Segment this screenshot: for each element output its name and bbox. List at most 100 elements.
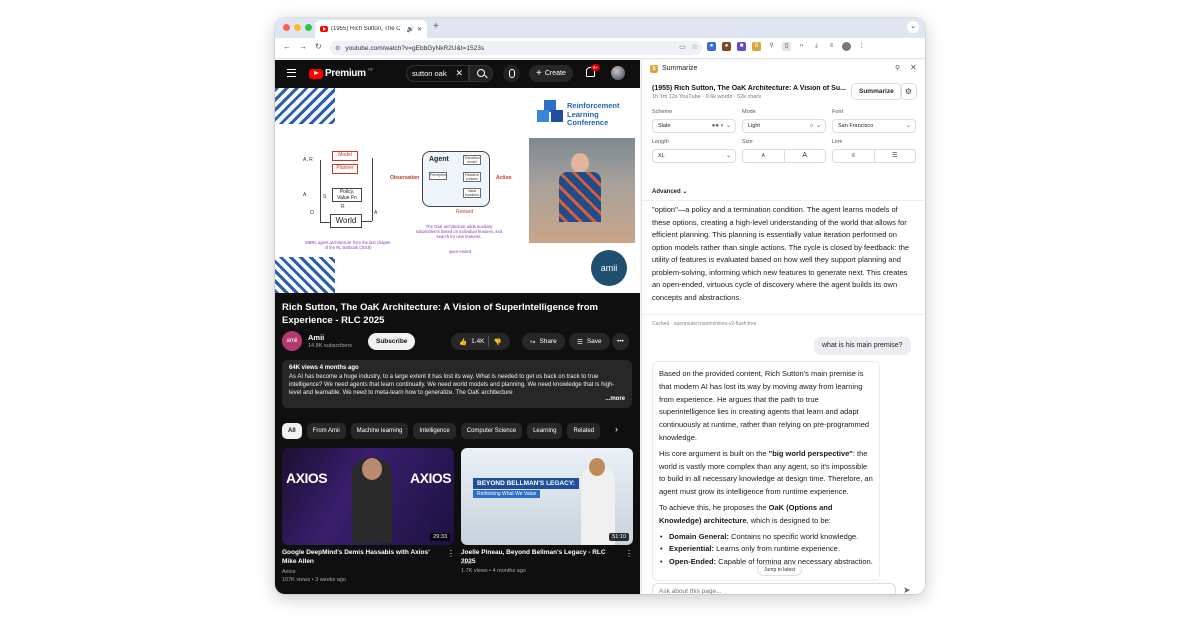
settings-gear-icon[interactable]: ⚙: [900, 83, 917, 100]
tab-youtube[interactable]: (1955) Rich Sutton, The C 🔊 ✕: [315, 20, 427, 38]
clear-search-icon[interactable]: ✕: [455, 68, 463, 79]
search-input[interactable]: sutton oak ✕: [406, 65, 469, 82]
observation-label: Observation: [390, 175, 420, 181]
summarize-extension-icon[interactable]: S: [752, 42, 761, 51]
side-panel-icon[interactable]: ▯: [782, 42, 791, 51]
reactive-policies-box: Reactive policies: [463, 172, 481, 182]
list-term: Domain General:: [669, 531, 730, 541]
minimize-window-button[interactable]: [294, 24, 301, 31]
chevron-down-icon: ●● ◐ ⌄: [711, 123, 731, 129]
hamburger-menu-icon[interactable]: [287, 69, 296, 77]
youtube-logo[interactable]: Premium AT: [309, 67, 373, 79]
policy-value-box: Policy, Value Fn: [332, 188, 362, 202]
extension-icon[interactable]: ●: [722, 42, 731, 51]
ask-input[interactable]: [652, 583, 896, 594]
advanced-toggle[interactable]: Advanced ⌄: [652, 188, 687, 195]
search-button[interactable]: [469, 65, 493, 82]
chip-all[interactable]: All: [282, 423, 302, 439]
channel-name[interactable]: Amii: [308, 333, 324, 342]
pin-icon[interactable]: ⚲: [895, 64, 900, 72]
chip-intelligence[interactable]: Intelligence: [413, 423, 456, 439]
line-segmented-control: ≡ ☰: [832, 149, 916, 163]
value-fn-text: Value Fn: [337, 195, 357, 201]
chip-machine-learning[interactable]: Machine learning: [350, 423, 409, 439]
recommendation-title[interactable]: Google DeepMind's Demis Hassabis with Ax…: [282, 549, 442, 566]
video-player[interactable]: Model Planner Policy, Value Fn World A, R…: [275, 88, 640, 293]
size-large-button[interactable]: A: [783, 150, 826, 162]
answer-text: To achieve this, he proposes the: [659, 502, 769, 512]
bookmark-star-icon[interactable]: ☆: [692, 43, 698, 51]
scheme-select[interactable]: Slate ●● ◐ ⌄: [652, 119, 736, 133]
planner-box: Planner: [332, 164, 358, 174]
length-select[interactable]: XL ⌄: [652, 149, 736, 163]
description-more-link[interactable]: ...more: [602, 396, 625, 402]
tab-search-chevron-down-icon[interactable]: ⌄: [907, 21, 919, 33]
chip-from-amii[interactable]: From Amii: [306, 423, 346, 439]
recommendation-title[interactable]: Joelle Pineau, Beyond Bellman's Legacy -…: [461, 549, 621, 566]
tab-title: (1955) Rich Sutton, The C: [331, 26, 401, 32]
cube-shape: [551, 110, 563, 122]
jump-to-latest-button[interactable]: Jump to latest: [757, 564, 803, 576]
address-bar[interactable]: ⚙ youtube.com/watch?v=gEbbGyNkR2U&t=1523…: [330, 41, 702, 55]
panel-title: Summarize: [662, 65, 698, 72]
reload-icon[interactable]: ↻: [315, 42, 322, 51]
send-icon[interactable]: ➤: [903, 585, 911, 594]
chip-computer-science[interactable]: Computer Science: [460, 423, 523, 439]
recommendation-channel[interactable]: Axios: [282, 568, 295, 576]
subscribe-button[interactable]: Subscribe: [368, 333, 416, 350]
panel-header: S Summarize ⚲ ✕: [642, 60, 925, 78]
like-count[interactable]: 1.4K: [471, 338, 484, 345]
summarize-button[interactable]: Summarize: [851, 83, 902, 100]
recommendation-thumbnail[interactable]: BEYOND BELLMAN'S LEGACY: Rethinking What…: [461, 448, 633, 545]
chip-learning[interactable]: Learning: [527, 423, 563, 439]
puzzle-icon[interactable]: ⚲: [767, 42, 776, 51]
account-avatar[interactable]: [611, 66, 625, 80]
size-small-button[interactable]: A: [743, 150, 784, 162]
thumbs-down-icon[interactable]: 👎: [493, 338, 501, 346]
tab-strip: (1955) Rich Sutton, The C 🔊 ✕ + ⌄: [275, 18, 925, 38]
more-kebab-icon[interactable]: ⋮: [625, 549, 633, 558]
back-arrow-icon[interactable]: ←: [283, 42, 291, 51]
menu-kebab-icon[interactable]: ⋮: [857, 42, 866, 51]
diagram-label: O: [310, 210, 314, 216]
audio-icon[interactable]: 🔊: [406, 26, 413, 33]
media-icon[interactable]: ≡: [827, 42, 836, 51]
extension-icon[interactable]: ●: [707, 42, 716, 51]
more-actions-kebab-icon[interactable]: •••: [612, 333, 629, 350]
diagram-label: R: [341, 204, 345, 210]
more-kebab-icon[interactable]: ⋮: [447, 549, 455, 558]
close-icon[interactable]: ✕: [910, 63, 917, 72]
chip-related[interactable]: Related: [567, 423, 601, 439]
site-info-icon[interactable]: ⚙: [335, 45, 340, 52]
recommendation-thumbnail[interactable]: AXIOS AXIOS 29:33: [282, 448, 454, 545]
line-tight-icon[interactable]: ≡: [833, 150, 874, 162]
youtube-favicon-icon: [320, 26, 328, 32]
answer-paragraph: His core argument is built on the "big w…: [659, 448, 873, 499]
cast-icon[interactable]: ▭: [679, 43, 686, 51]
create-button[interactable]: + Create: [529, 65, 573, 82]
mode-select[interactable]: Light ☼ ⌄: [742, 119, 826, 133]
new-tab-button[interactable]: +: [433, 21, 439, 32]
url-text[interactable]: youtube.com/watch?v=gEbbGyNkR2U&t=1523s: [345, 45, 484, 52]
share-button[interactable]: ↪ Share: [522, 333, 565, 350]
thumbs-up-icon[interactable]: 👍: [459, 338, 467, 346]
maximize-window-button[interactable]: [305, 24, 312, 31]
search-value[interactable]: sutton oak: [412, 69, 447, 78]
profile-avatar-icon[interactable]: [842, 42, 851, 51]
extension-icon[interactable]: ■: [737, 42, 746, 51]
channel-avatar[interactable]: amii: [282, 331, 302, 351]
save-playlist-icon: ☰: [577, 338, 583, 346]
video-description[interactable]: 64K views 4 months ago As AI has become …: [282, 360, 632, 408]
close-window-button[interactable]: [283, 24, 290, 31]
chevron-down-icon: ⌄: [682, 189, 688, 195]
code-icon[interactable]: ‹›: [797, 42, 806, 51]
voice-search-mic-icon[interactable]: [503, 65, 520, 82]
download-icon[interactable]: ⤓: [812, 42, 821, 51]
save-button[interactable]: ☰ Save: [569, 333, 610, 350]
font-select[interactable]: San Francisco ⌄: [832, 119, 916, 133]
recommendation-channel[interactable]: Amii: [461, 559, 472, 567]
tab-close-icon[interactable]: ✕: [417, 26, 422, 33]
line-loose-icon[interactable]: ☰: [873, 150, 916, 162]
chevron-right-icon[interactable]: ›: [615, 424, 618, 434]
forward-arrow-icon[interactable]: →: [299, 42, 307, 51]
